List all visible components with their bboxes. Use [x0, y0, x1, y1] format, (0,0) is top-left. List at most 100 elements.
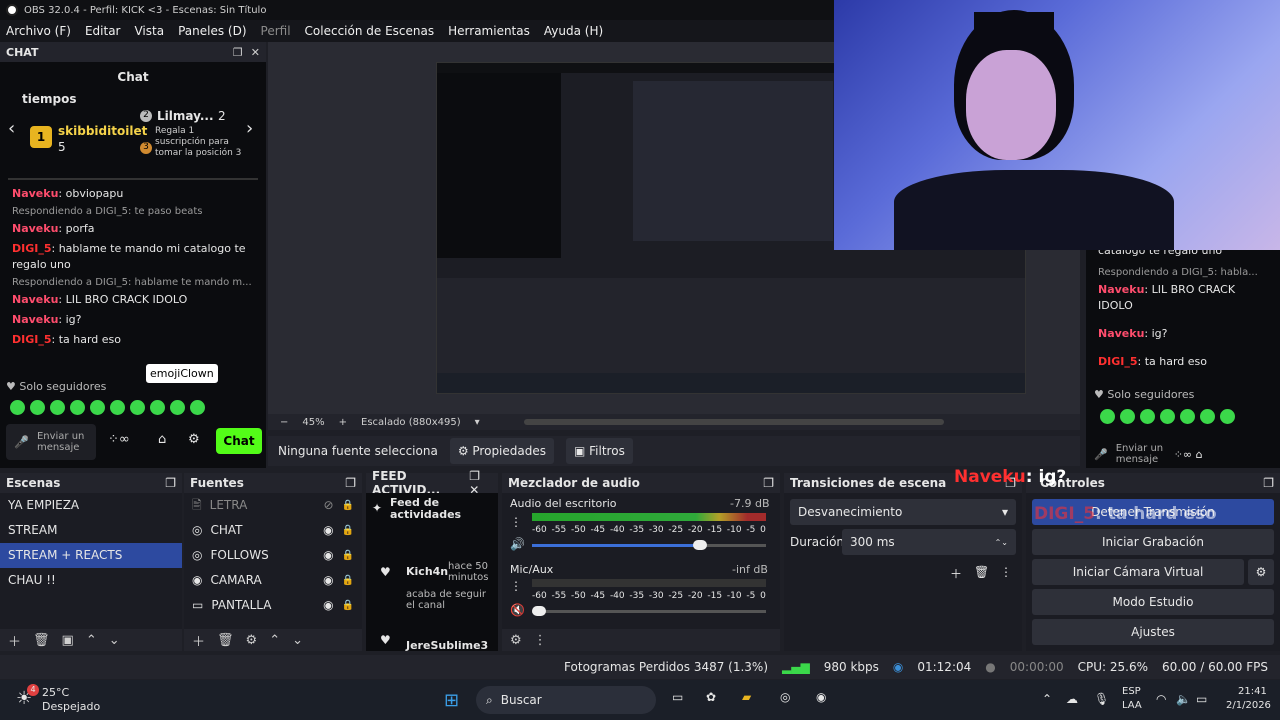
virtual-camera-settings-icon[interactable]: ⚙	[1248, 559, 1274, 585]
lock-icon[interactable]: 🔒	[342, 493, 354, 518]
undock-icon[interactable]: ❐	[763, 476, 774, 490]
scene-item[interactable]: YA EMPIEZA	[0, 493, 182, 518]
speaker-icon[interactable]: 🔊	[510, 537, 525, 551]
eye-icon[interactable]: ◉	[323, 568, 333, 593]
tray-chevron-icon[interactable]: ⌃	[1042, 692, 1052, 706]
mic-tray-icon[interactable]: 🎙	[1094, 692, 1109, 706]
chat-username[interactable]: Naveku	[12, 293, 58, 306]
zoom-out-button[interactable]: −	[280, 417, 288, 428]
copilot-icon[interactable]: ✿	[706, 690, 716, 704]
volume-icon[interactable]: 🔈	[1176, 692, 1191, 706]
emote-menu-icon[interactable]: ⁘∞	[108, 432, 130, 447]
source-item[interactable]: ◉ CAMARA ◉ 🔒	[184, 568, 362, 593]
kebab-icon[interactable]: ⋮	[534, 633, 547, 648]
filter-icon[interactable]: ▣	[62, 633, 74, 648]
scene-item[interactable]: STREAM	[0, 518, 182, 543]
emote-icon[interactable]	[170, 400, 185, 415]
zoom-in-button[interactable]: +	[339, 417, 347, 428]
up-icon[interactable]: ⌃	[86, 633, 97, 648]
gear-icon[interactable]: ⚙	[246, 633, 258, 648]
network-tray-icon[interactable]: ☁	[1066, 692, 1078, 706]
emote-icon[interactable]	[70, 400, 85, 415]
emote-icon[interactable]	[190, 400, 205, 415]
lang-code[interactable]: ESP	[1122, 686, 1141, 697]
properties-button[interactable]: ⚙ Propiedades	[449, 438, 554, 464]
scene-item[interactable]: STREAM + REACTS	[0, 543, 182, 568]
taskbar-search[interactable]: ⌕ Buscar	[476, 686, 656, 714]
settings-button[interactable]: Ajustes	[1032, 619, 1274, 645]
menu-paneles[interactable]: Paneles (D)	[178, 24, 246, 38]
folder-icon[interactable]: ▰	[742, 690, 751, 704]
wifi-icon[interactable]: ◠	[1156, 692, 1166, 706]
kebab-icon[interactable]: ⋮	[1000, 565, 1012, 579]
spin-arrows-icon[interactable]: ⌃⌄	[995, 538, 1008, 547]
chat-username[interactable]: Naveku	[12, 313, 58, 326]
filters-button[interactable]: ▣ Filtros	[566, 438, 633, 464]
add-icon[interactable]: ＋	[950, 565, 962, 582]
chat-username[interactable]: DIGI_5	[12, 333, 52, 346]
emote-icon[interactable]	[30, 400, 45, 415]
menu-archivo[interactable]: Archivo (F)	[6, 24, 71, 38]
transition-select[interactable]: Desvanecimiento ▾	[790, 499, 1016, 525]
down-icon[interactable]: ⌄	[109, 633, 120, 648]
source-item[interactable]: ▭ PANTALLA ◉ 🔒	[184, 593, 362, 618]
down-icon[interactable]: ⌄	[292, 633, 303, 648]
clock-time[interactable]: 21:41	[1238, 686, 1267, 697]
store-icon[interactable]: ⌂	[158, 432, 166, 447]
preview-scrollbar[interactable]	[523, 419, 944, 425]
emote-icon[interactable]	[90, 400, 105, 415]
trash-icon[interactable]: 🗑	[974, 565, 989, 579]
chat-username[interactable]: Naveku	[12, 187, 58, 200]
close-icon[interactable]: ✕	[251, 46, 260, 59]
mic-icon[interactable]: 🎤	[14, 435, 29, 449]
add-icon[interactable]: ＋	[192, 631, 205, 650]
trash-icon[interactable]: 🗑	[33, 633, 50, 648]
source-item[interactable]: ◎ CHAT ◉ 🔒	[184, 518, 362, 543]
source-item[interactable]: 🖹 LETRA ⊘ 🔒	[184, 493, 362, 518]
source-item[interactable]: ◎ FOLLOWS ◉ 🔒	[184, 543, 362, 568]
eye-icon[interactable]: ◉	[323, 518, 333, 543]
undock-icon[interactable]: ❐	[1263, 476, 1274, 490]
menu-perfil[interactable]: Perfil	[261, 24, 291, 38]
eye-hidden-icon[interactable]: ⊘	[323, 493, 333, 518]
gear-icon[interactable]: ⚙	[188, 432, 200, 447]
prev-arrow-icon[interactable]: ‹	[8, 118, 15, 139]
battery-icon[interactable]: ▭	[1196, 692, 1207, 706]
kebab-icon[interactable]: ⋮	[510, 515, 522, 529]
duration-spinbox[interactable]: 300 ms ⌃⌄	[842, 529, 1016, 555]
scale-dropdown[interactable]: Escalado (880x495)	[361, 417, 461, 428]
emote-icon[interactable]	[110, 400, 125, 415]
start-recording-button[interactable]: Iniciar Grabación	[1032, 529, 1274, 555]
emote-clown-icon[interactable]	[150, 400, 165, 415]
send-message-input[interactable]: 🎤 Enviar un mensaje	[6, 424, 96, 460]
menu-herramientas[interactable]: Herramientas	[448, 24, 530, 38]
undock-icon[interactable]: ❐	[345, 476, 356, 490]
next-arrow-icon[interactable]: ›	[246, 118, 253, 139]
chat-username[interactable]: Naveku	[12, 222, 58, 235]
up-icon[interactable]: ⌃	[269, 633, 280, 648]
emote-icon[interactable]	[10, 400, 25, 415]
mixer-ch2-slider[interactable]	[532, 606, 766, 616]
lang-layout[interactable]: LAA	[1122, 700, 1142, 711]
chevron-down-icon[interactable]: ▾	[475, 417, 480, 428]
clock-date[interactable]: 2/1/2026	[1226, 700, 1271, 711]
lock-icon[interactable]: 🔒	[342, 568, 354, 593]
menu-coleccion[interactable]: Colección de Escenas	[305, 24, 435, 38]
kebab-icon[interactable]: ⋮	[510, 579, 522, 593]
emote-icon[interactable]	[130, 400, 145, 415]
chrome-icon[interactable]: ◎	[780, 690, 790, 704]
gear-icon[interactable]: ⚙	[510, 633, 522, 648]
menu-ayuda[interactable]: Ayuda (H)	[544, 24, 603, 38]
emote-icon[interactable]	[50, 400, 65, 415]
chat-send-button[interactable]: Chat	[216, 428, 262, 454]
lock-icon[interactable]: 🔒	[342, 518, 354, 543]
lock-icon[interactable]: 🔒	[342, 543, 354, 568]
virtual-camera-button[interactable]: Iniciar Cámara Virtual	[1032, 559, 1244, 585]
eye-icon[interactable]: ◉	[323, 593, 333, 618]
undock-icon[interactable]: ❐	[233, 46, 243, 59]
obs-taskbar-icon[interactable]: ◉	[816, 690, 826, 704]
studio-mode-button[interactable]: Modo Estudio	[1032, 589, 1274, 615]
add-icon[interactable]: ＋	[8, 631, 21, 650]
menu-editar[interactable]: Editar	[85, 24, 121, 38]
trash-icon[interactable]: 🗑	[217, 633, 234, 648]
